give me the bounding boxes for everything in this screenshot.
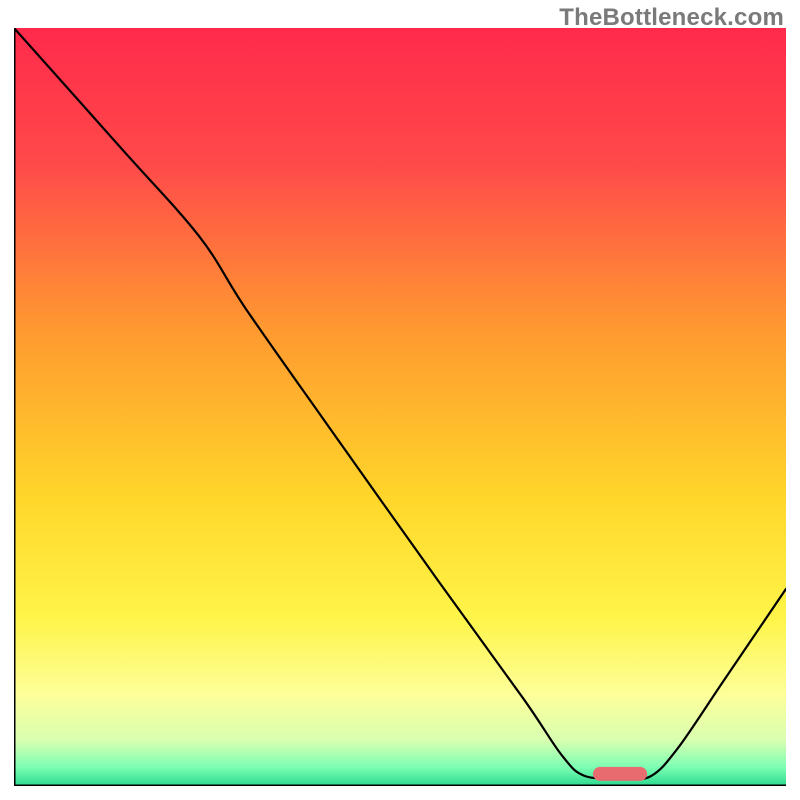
chart-frame: TheBottleneck.com [0,0,800,800]
chart-svg [14,28,786,786]
optimal-marker [593,767,647,781]
plot-area [14,28,786,786]
gradient-background [14,28,786,786]
